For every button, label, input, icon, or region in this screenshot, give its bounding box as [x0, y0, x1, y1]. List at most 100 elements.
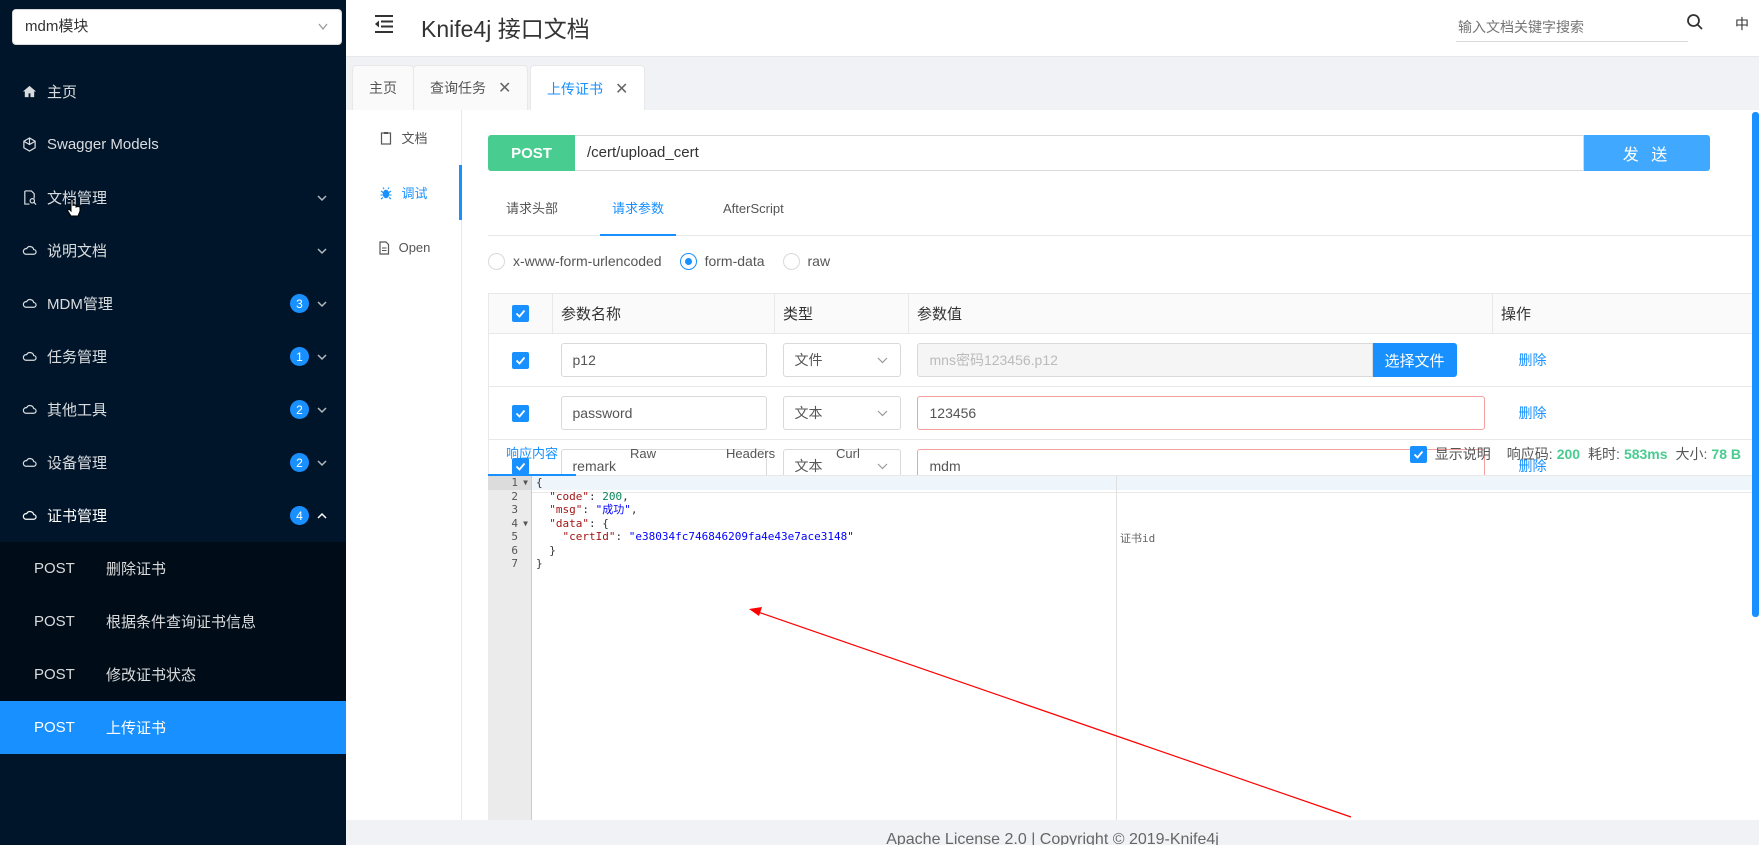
close-icon[interactable]: ✕	[615, 79, 628, 99]
submenu-item-delete-cert[interactable]: POST 删除证书	[0, 542, 346, 595]
submenu-item-update-cert-status[interactable]: POST 修改证书状态	[0, 648, 346, 701]
sidebar-item-task[interactable]: 任务管理 1	[0, 330, 346, 383]
cloud-icon	[20, 295, 38, 313]
sidebar-item-label: 设备管理	[47, 455, 108, 472]
search-icon[interactable]	[1686, 13, 1704, 31]
cloud-icon	[20, 242, 38, 260]
close-icon[interactable]: ✕	[498, 78, 511, 98]
content-type-radios: x-www-form-urlencoded form-data raw	[488, 250, 848, 272]
action-cell: 删除	[1492, 333, 1759, 387]
side-nav-open[interactable]: Open	[346, 220, 461, 275]
radio-dot	[679, 252, 697, 270]
tab-after-script[interactable]: AfterScript	[723, 182, 784, 236]
radio-raw[interactable]: raw	[782, 252, 830, 270]
sidebar-item-home[interactable]: 主页	[0, 65, 346, 118]
line-number: 3	[511, 503, 518, 516]
chevron-down-icon	[316, 436, 328, 489]
code-line: }	[536, 557, 543, 570]
line-number: 7	[511, 557, 518, 570]
submenu-item-label: 修改证书状态	[106, 667, 197, 684]
show-desc-label: 显示说明	[1434, 446, 1491, 462]
count-badge: 3	[290, 294, 309, 313]
send-button[interactable]: 发 送	[1584, 135, 1710, 171]
radio-label: form-data	[704, 253, 765, 269]
response-code-editor[interactable]: 1 ▼ 2 3 4 ▼ 5 6 7 { "code": 200, "msg": "成…	[488, 476, 1759, 820]
sidebar-item-doc-manage[interactable]: 文档管理	[0, 171, 346, 224]
submenu-item-query-cert[interactable]: POST 根据条件查询证书信息	[0, 595, 346, 648]
column-header: 类型	[774, 293, 909, 334]
param-name-input[interactable]: password	[560, 396, 767, 430]
code-lines: { "code": 200, "msg": "成功", "data": { "c…	[532, 476, 1759, 571]
field-description: 证书id	[1120, 532, 1156, 545]
radio-urlencoded[interactable]: x-www-form-urlencoded	[488, 252, 662, 270]
sidebar-item-cert[interactable]: 证书管理 4	[0, 489, 346, 542]
url-input[interactable]: /cert/upload_cert	[575, 135, 1584, 171]
tab-request-params[interactable]: 请求参数	[600, 182, 676, 236]
scrollbar[interactable]	[1752, 112, 1759, 617]
sidebar-item-swagger-models[interactable]: Swagger Models	[0, 118, 346, 171]
param-type-cell: 文件	[774, 333, 909, 387]
sidebar-item-label: 其他工具	[47, 402, 108, 419]
status-value: 200	[1556, 446, 1581, 462]
chevron-down-icon	[316, 171, 328, 224]
size-label: 大小:	[1675, 446, 1708, 462]
delete-link[interactable]: 删除	[1519, 405, 1547, 421]
choose-file-button[interactable]: 选择文件	[1372, 343, 1457, 377]
count-badge: 2	[290, 400, 309, 419]
sidebar-item-tools[interactable]: 其他工具 2	[0, 383, 346, 436]
tab-home[interactable]: 主页	[352, 65, 414, 110]
cloud-icon	[20, 348, 38, 366]
status-label: 响应码:	[1506, 446, 1553, 462]
chevron-up-icon	[316, 489, 328, 542]
sidebar-item-mdm[interactable]: MDM管理 3	[0, 277, 346, 330]
tab-query-task[interactable]: 查询任务 ✕	[413, 65, 529, 110]
fold-arrow-icon[interactable]: ▼	[523, 517, 528, 531]
chevron-down-icon	[317, 10, 329, 57]
param-value-input[interactable]: 123456	[916, 396, 1485, 430]
param-type-select[interactable]: 文本	[782, 396, 901, 430]
menu-fold-icon[interactable]	[372, 13, 396, 35]
submenu-item-upload-cert[interactable]: POST 上传证书	[0, 701, 346, 754]
code-line: "msg": "成功",	[549, 503, 638, 516]
tab-response-content[interactable]: 响应内容	[488, 432, 576, 476]
row-checkbox[interactable]	[512, 404, 530, 422]
count-badge: 2	[290, 453, 309, 472]
time-label: 耗时:	[1588, 446, 1620, 462]
file-icon	[377, 240, 391, 255]
param-name-input[interactable]: p12	[560, 343, 767, 377]
file-name-input[interactable]: mns密码123456.p12	[916, 343, 1373, 377]
param-type-select[interactable]: 文件	[782, 343, 901, 377]
sidebar-item-readme[interactable]: 说明文档	[0, 224, 346, 277]
tab-upload-cert[interactable]: 上传证书 ✕	[530, 65, 646, 111]
method-label: POST	[34, 666, 75, 683]
side-nav-doc[interactable]: 文档	[346, 110, 461, 165]
tab-response-headers[interactable]: Headers	[726, 432, 775, 476]
main-content: 文档 调试 Open POST /cert/upload_cert 发 送 请求…	[346, 110, 1759, 820]
cube-icon	[20, 136, 38, 154]
sidebar-item-label: 任务管理	[47, 349, 108, 366]
language-toggle[interactable]: 中	[1735, 14, 1749, 34]
tab-response-curl[interactable]: Curl	[836, 432, 860, 476]
side-nav-debug[interactable]: 调试	[346, 165, 462, 220]
param-type-value: 文本	[794, 405, 823, 421]
cloud-icon	[20, 454, 38, 472]
select-all-checkbox[interactable]	[512, 304, 529, 322]
delete-link[interactable]: 删除	[1519, 352, 1547, 368]
sidebar-item-label: 主页	[47, 84, 78, 101]
line-number: 4 ▼	[511, 516, 528, 531]
radio-form-data[interactable]: form-data	[679, 252, 765, 270]
code-line: "code": 200,	[549, 489, 629, 503]
method-badge: POST	[488, 135, 575, 171]
desc-divider	[1116, 476, 1117, 820]
tab-response-raw[interactable]: Raw	[630, 432, 656, 476]
select-all-cell	[488, 293, 553, 334]
fold-arrow-icon[interactable]: ▼	[523, 476, 528, 490]
row-checkbox[interactable]	[512, 351, 530, 369]
sidebar-item-device[interactable]: 设备管理 2	[0, 436, 346, 489]
search-input[interactable]	[1456, 12, 1688, 42]
show-desc-checkbox[interactable]	[1409, 445, 1427, 463]
module-select[interactable]: mdm模块	[12, 9, 342, 45]
tab-label: 上传证书	[547, 80, 603, 97]
tab-request-headers[interactable]: 请求头部	[506, 182, 558, 236]
sidebar-item-label: MDM管理	[47, 296, 113, 313]
